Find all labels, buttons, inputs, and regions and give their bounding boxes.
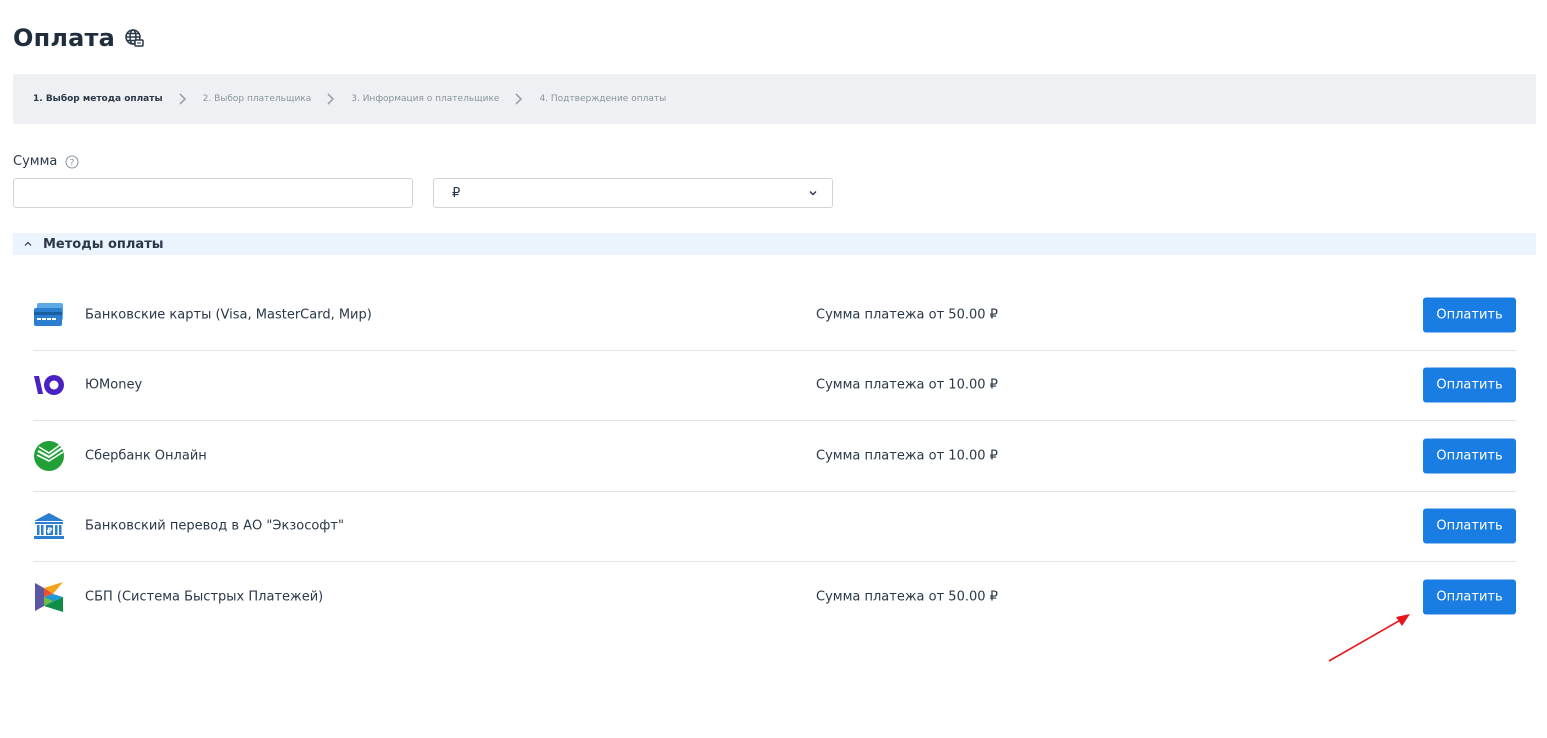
amount-input[interactable] bbox=[13, 178, 413, 208]
globe-icon[interactable] bbox=[124, 28, 144, 48]
amount-label-row: Сумма ? bbox=[13, 154, 79, 169]
chevron-up-icon bbox=[23, 239, 33, 249]
payment-method-min-amount: Сумма платежа от 10.00 ₽ bbox=[816, 448, 998, 464]
currency-select[interactable]: ₽ bbox=[433, 178, 833, 208]
payment-methods-list: Банковские карты (Visa, MasterCard, Мир)… bbox=[33, 280, 1516, 633]
payment-method-name: ЮMoney bbox=[85, 377, 143, 393]
chevron-right-icon bbox=[320, 93, 342, 105]
svg-text:?: ? bbox=[70, 158, 75, 168]
annotation-arrow-icon bbox=[1328, 614, 1410, 662]
chevron-right-icon bbox=[172, 93, 194, 105]
page-title: Оплата bbox=[13, 24, 116, 52]
pay-button[interactable]: Оплатить bbox=[1423, 438, 1516, 474]
yoomoney-icon bbox=[33, 369, 65, 401]
chevron-right-icon bbox=[508, 93, 530, 105]
payment-method-min-amount: Сумма платежа от 10.00 ₽ bbox=[816, 377, 998, 393]
chevron-down-icon bbox=[808, 188, 818, 198]
page-header: Оплата bbox=[13, 24, 144, 52]
payment-method-row: ЮMoney Сумма платежа от 10.00 ₽ Оплатить bbox=[33, 351, 1516, 421]
checkout-stepper: 1. Выбор метода оплаты 2. Выбор плательщ… bbox=[13, 74, 1536, 124]
payment-method-name: Банковский перевод в АО "Экзософт" bbox=[85, 518, 344, 534]
svg-text:₽: ₽ bbox=[47, 527, 53, 536]
help-icon[interactable]: ? bbox=[65, 155, 79, 169]
pay-button[interactable]: Оплатить bbox=[1423, 579, 1516, 615]
amount-label: Сумма bbox=[13, 154, 58, 169]
bank-card-icon bbox=[33, 299, 65, 331]
payment-method-name: Банковские карты (Visa, MasterCard, Мир) bbox=[85, 307, 372, 323]
payment-methods-title: Методы оплаты bbox=[43, 236, 164, 252]
currency-value: ₽ bbox=[452, 185, 461, 201]
payment-methods-toggle[interactable]: Методы оплаты bbox=[13, 233, 1536, 255]
pay-button[interactable]: Оплатить bbox=[1423, 508, 1516, 544]
sbp-icon bbox=[33, 581, 65, 613]
payment-method-min-amount: Сумма платежа от 50.00 ₽ bbox=[816, 589, 998, 605]
payment-method-row: Банковские карты (Visa, MasterCard, Мир)… bbox=[33, 280, 1516, 351]
step-select-method[interactable]: 1. Выбор метода оплаты bbox=[33, 94, 163, 104]
payment-method-name: СБП (Система Быстрых Платежей) bbox=[85, 589, 324, 605]
payment-method-name: Сбербанк Онлайн bbox=[85, 448, 207, 464]
payment-method-row: СБП (Система Быстрых Платежей) Сумма пла… bbox=[33, 562, 1516, 633]
pay-button[interactable]: Оплатить bbox=[1423, 367, 1516, 403]
step-payer-info[interactable]: 3. Информация о плательщике bbox=[351, 94, 499, 104]
payment-method-row: Сбербанк Онлайн Сумма платежа от 10.00 ₽… bbox=[33, 421, 1516, 492]
step-confirm[interactable]: 4. Подтверждение оплаты bbox=[539, 94, 666, 104]
pay-button[interactable]: Оплатить bbox=[1423, 297, 1516, 333]
bank-building-icon: ₽ bbox=[33, 510, 65, 542]
step-select-payer[interactable]: 2. Выбор плательщика bbox=[203, 94, 312, 104]
sberbank-icon bbox=[33, 440, 65, 472]
payment-method-min-amount: Сумма платежа от 50.00 ₽ bbox=[816, 307, 998, 323]
payment-method-row: ₽ Банковский перевод в АО "Экзософт" Опл… bbox=[33, 492, 1516, 562]
